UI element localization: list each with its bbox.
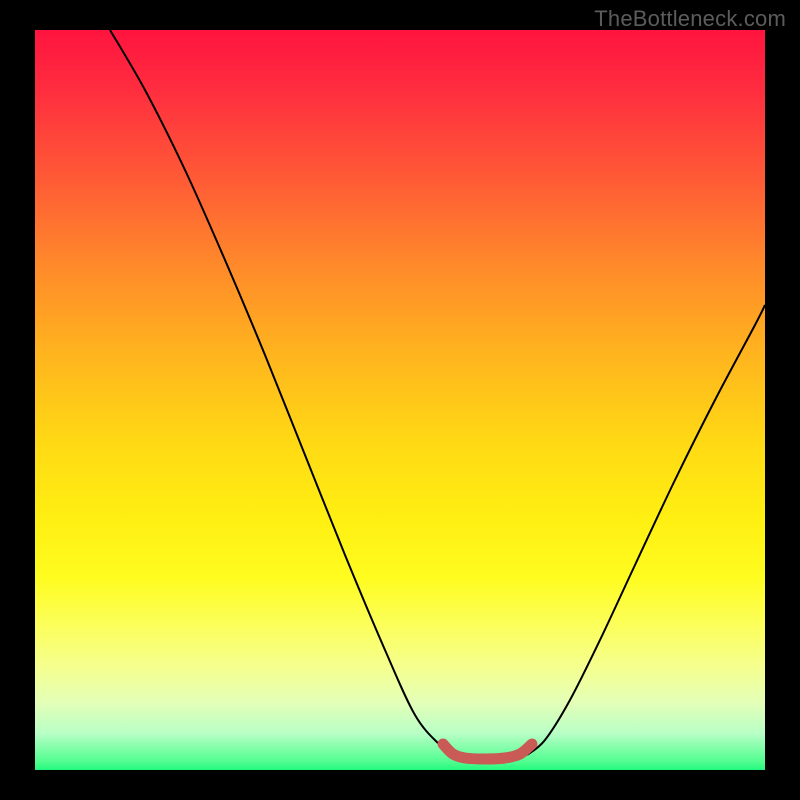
watermark-text: TheBottleneck.com — [594, 6, 786, 32]
line-series-right — [527, 305, 765, 755]
line-series-left — [110, 30, 455, 755]
chart-svg — [35, 30, 765, 770]
bottom-span-marker — [443, 744, 532, 759]
chart-plot-area — [35, 30, 765, 770]
